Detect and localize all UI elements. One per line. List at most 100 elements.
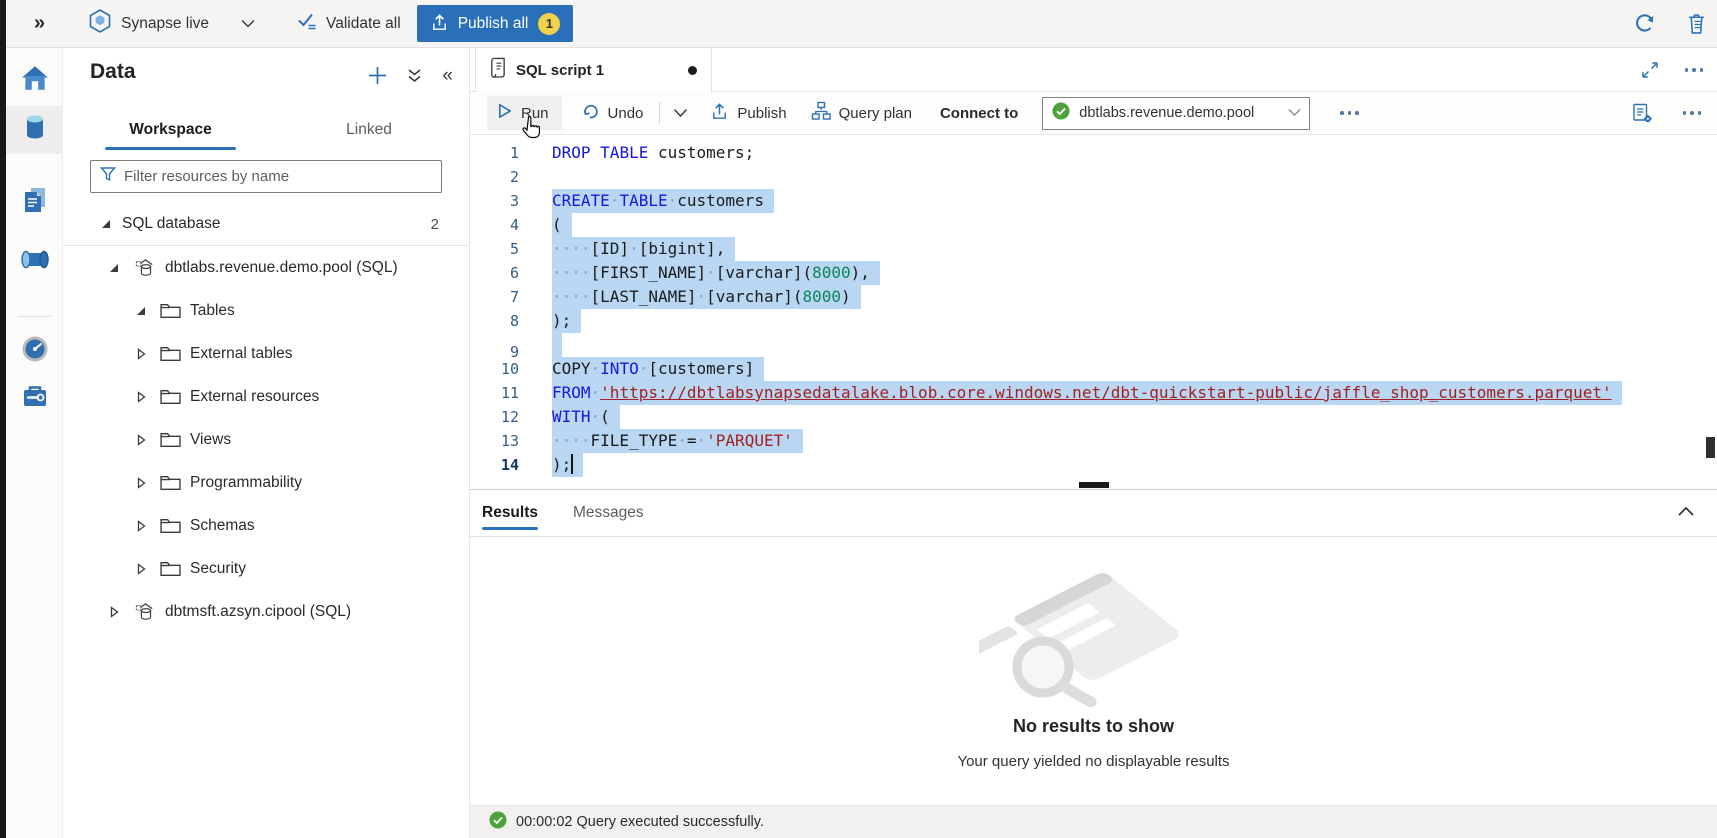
tree-item-external-tables[interactable]: External tables — [63, 332, 469, 375]
expander-collapsed-icon[interactable] — [134, 520, 148, 532]
tab-workspace[interactable]: Workspace — [105, 108, 236, 152]
expander-collapsed-icon[interactable] — [107, 606, 121, 618]
code-line-3[interactable]: 3CREATE·TABLE·customers — [470, 189, 1717, 213]
code-line-11[interactable]: 11FROM·'https://dbtlabsynapsedatalake.bl… — [470, 381, 1717, 405]
tree-item-label: dbtmsft.azsyn.cipool (SQL) — [165, 603, 351, 621]
code-line-12[interactable]: 12WITH·( — [470, 405, 1717, 429]
refresh-icon[interactable] — [1633, 12, 1656, 35]
line-number: 6 — [470, 261, 519, 285]
tab-sql-script-1[interactable]: SQL script 1 — [475, 48, 712, 92]
tree-item-security[interactable]: Security — [63, 547, 469, 590]
validate-all-button[interactable]: Validate all — [297, 11, 401, 36]
filter-input[interactable] — [124, 168, 424, 185]
unsaved-changes-dot — [688, 66, 697, 75]
expander-expanded-icon[interactable] — [107, 262, 121, 274]
collapse-results-icon[interactable] — [1677, 504, 1695, 522]
data-panel-tabs: Workspace Linked — [63, 108, 469, 152]
undo-button[interactable]: Undo — [581, 102, 644, 125]
scrollbar-cursor-mark[interactable] — [1706, 437, 1715, 458]
code-line-13[interactable]: 13····FILE_TYPE·=·'PARQUET' — [470, 429, 1717, 453]
pool-status-check-icon — [1052, 102, 1070, 125]
code-line-6[interactable]: 6····[FIRST_NAME]·[varchar](8000), — [470, 261, 1717, 285]
code-line-7[interactable]: 7····[LAST_NAME]·[varchar](8000) — [470, 285, 1717, 309]
tree-item-dbtmsft-azsyn-cipool-sql-[interactable]: dbtmsft.azsyn.cipool (SQL) — [63, 590, 469, 633]
sql-script-icon — [488, 57, 507, 83]
tab-more-actions-icon[interactable] — [1685, 68, 1704, 72]
resource-tree: SQL database2 dbtlabs.revenue.demo.pool (… — [63, 203, 469, 633]
expander-collapsed-icon[interactable] — [134, 391, 148, 403]
splitter-grip[interactable] — [1079, 482, 1109, 488]
chevron-down-icon[interactable] — [241, 15, 255, 33]
query-plan-label: Query plan — [839, 105, 912, 122]
tree-item-programmability[interactable]: Programmability — [63, 461, 469, 504]
expander-collapsed-icon[interactable] — [134, 477, 148, 489]
publish-button[interactable]: Publish — [710, 102, 786, 125]
publish-all-button[interactable]: Publish all 1 — [417, 5, 574, 42]
code-line-1[interactable]: 1DROP TABLE customers; — [470, 141, 1717, 165]
tree-item-schemas[interactable]: Schemas — [63, 504, 469, 547]
collapse-all-icon[interactable] — [407, 68, 422, 84]
properties-icon[interactable] — [1631, 102, 1653, 124]
tree-item-views[interactable]: Views — [63, 418, 469, 461]
nav-monitor[interactable] — [6, 327, 63, 375]
query-statusbar: 00:00:02 Query executed successfully. — [470, 805, 1717, 838]
tab-messages[interactable]: Messages — [573, 490, 644, 536]
code-line-5[interactable]: 5····[ID]·[bigint], — [470, 237, 1717, 261]
expand-panel-icon[interactable]: » — [34, 12, 45, 35]
code-editor[interactable]: 1DROP TABLE customers;23CREATE·TABLE·cus… — [470, 135, 1717, 480]
code-line-2[interactable]: 2 — [470, 165, 1717, 189]
results-splitter[interactable] — [470, 480, 1717, 490]
folder-icon — [160, 560, 181, 577]
tree-item-label: Security — [190, 560, 246, 578]
code-line-4[interactable]: 4( — [470, 213, 1717, 237]
nav-home[interactable] — [6, 56, 63, 104]
discard-all-icon[interactable] — [1686, 12, 1707, 35]
nav-manage[interactable] — [6, 374, 63, 422]
nav-develop[interactable] — [6, 178, 63, 226]
tab-linked[interactable]: Linked — [314, 108, 424, 152]
tree-item-label: External resources — [190, 388, 319, 406]
line-number: 7 — [470, 285, 519, 309]
tree-item-external-resources[interactable]: External resources — [63, 375, 469, 418]
expand-editor-icon[interactable] — [1641, 61, 1659, 79]
nav-data[interactable] — [6, 106, 63, 154]
rail-divider — [18, 316, 51, 317]
publish-count-badge: 1 — [538, 13, 560, 35]
code-line-10[interactable]: 10COPY·INTO·[customers] — [470, 357, 1717, 381]
expander-collapsed-icon[interactable] — [134, 563, 148, 575]
expander-expanded-icon[interactable] — [99, 218, 113, 230]
code-line-9[interactable]: 9 — [470, 333, 1717, 357]
tab-results[interactable]: Results — [482, 490, 538, 536]
run-options-chevron-icon[interactable] — [673, 108, 688, 118]
status-message: 00:00:02 Query executed successfully. — [516, 814, 764, 830]
expander-collapsed-icon[interactable] — [134, 348, 148, 360]
run-button[interactable]: Run — [487, 96, 562, 130]
pool-select-dropdown[interactable]: dbtlabs.revenue.demo.pool — [1042, 97, 1310, 130]
expander-collapsed-icon[interactable] — [134, 434, 148, 446]
editor-more-actions-icon[interactable] — [1683, 111, 1702, 115]
line-number: 13 — [470, 429, 519, 453]
run-play-icon — [496, 102, 513, 124]
connect-to-label: Connect to — [940, 105, 1018, 122]
tree-item-dbtlabs-revenue-demo-pool-sql-[interactable]: dbtlabs.revenue.demo.pool (SQL) — [63, 246, 469, 289]
nav-integrate[interactable] — [6, 238, 63, 286]
document-title: SQL script 1 — [516, 62, 604, 79]
tree-item-label: dbtlabs.revenue.demo.pool (SQL) — [165, 259, 398, 277]
line-number: 1 — [470, 141, 519, 165]
tree-item-sql-database[interactable]: SQL database2 — [63, 203, 469, 246]
query-plan-button[interactable]: Query plan — [811, 101, 912, 125]
mode-selector[interactable]: Synapse live — [89, 9, 255, 38]
tree-item-label: Programmability — [190, 474, 302, 492]
collapse-panel-icon[interactable]: « — [442, 66, 453, 85]
folder-icon — [160, 388, 181, 405]
query-plan-icon — [811, 101, 831, 125]
expander-expanded-icon[interactable] — [134, 305, 148, 317]
toolbar-more-actions-icon[interactable] — [1340, 111, 1359, 115]
resource-filter[interactable] — [90, 160, 442, 193]
add-resource-button[interactable] — [368, 66, 387, 85]
code-line-14[interactable]: 14); — [470, 453, 1717, 477]
validate-all-label: Validate all — [326, 15, 401, 33]
code-line-8[interactable]: 8); — [470, 309, 1717, 333]
panel-title: Data — [90, 60, 136, 84]
tree-item-tables[interactable]: Tables — [63, 289, 469, 332]
